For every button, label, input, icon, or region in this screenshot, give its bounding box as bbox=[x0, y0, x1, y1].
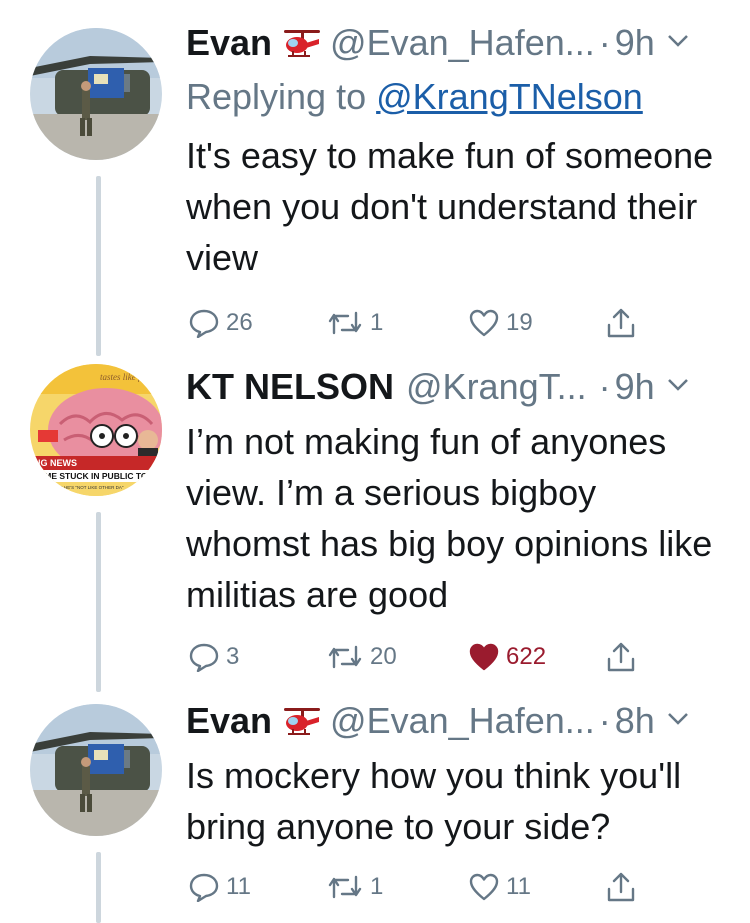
retweet-icon bbox=[328, 311, 362, 335]
tweet-header: KT NELSON @KrangT... · 9h bbox=[186, 364, 689, 410]
avatar-subline-text: MS HE'S "NOT LIKE OTHER DA" bbox=[56, 485, 124, 490]
display-name[interactable]: Evan bbox=[186, 700, 272, 742]
avatar[interactable] bbox=[30, 28, 162, 160]
reply-count: 3 bbox=[226, 643, 240, 670]
avatar-top-text: tastes like fog bbox=[100, 372, 150, 382]
handle[interactable]: @KrangT... bbox=[406, 366, 587, 408]
helicopter-emoji bbox=[282, 25, 322, 61]
like-count: 11 bbox=[506, 873, 531, 900]
tweet-actions: 26 1 19 bbox=[186, 306, 656, 340]
tweet-text: Is mockery how you think you'll bring an… bbox=[186, 755, 682, 847]
retweet-count: 1 bbox=[370, 309, 384, 336]
replying-to: Replying to @KrangTNelson bbox=[186, 76, 643, 118]
retweet-count: 20 bbox=[370, 643, 397, 670]
reply-icon bbox=[189, 643, 219, 672]
reply-button[interactable]: 26 bbox=[188, 306, 253, 340]
heart-icon bbox=[469, 873, 499, 901]
handle[interactable]: @Evan_Hafen... bbox=[330, 700, 595, 742]
share-button[interactable] bbox=[606, 640, 636, 674]
reply-icon bbox=[189, 873, 219, 902]
share-icon bbox=[607, 872, 635, 902]
replying-to-link[interactable]: @KrangTNelson bbox=[376, 76, 643, 117]
share-button[interactable] bbox=[606, 306, 636, 340]
tweet-header: Evan @Evan_Hafen... · 8h bbox=[186, 698, 689, 744]
tweet-header: Evan @Evan_Hafen... · 9h bbox=[186, 20, 689, 66]
tweet-text: I’m not making fun of anyones view. I’m … bbox=[186, 421, 713, 615]
separator-dot: · bbox=[598, 366, 611, 407]
thread-line bbox=[96, 176, 101, 356]
reply-count: 11 bbox=[226, 873, 251, 900]
heart-icon bbox=[469, 643, 499, 671]
timestamp[interactable]: 9h bbox=[615, 22, 655, 64]
reply-icon bbox=[189, 309, 219, 338]
tweet-actions: 11 1 11 bbox=[186, 870, 656, 904]
share-icon bbox=[607, 642, 635, 672]
share-button[interactable] bbox=[606, 870, 636, 904]
retweet-button[interactable]: 1 bbox=[326, 306, 383, 340]
tweet-text: It's easy to make fun of someone when yo… bbox=[186, 135, 714, 278]
retweet-button[interactable]: 20 bbox=[326, 640, 397, 674]
timestamp[interactable]: 9h bbox=[615, 366, 655, 408]
like-button[interactable]: 11 bbox=[468, 870, 531, 904]
avatar-headline-text: CAME STUCK IN PUBLIC TOI bbox=[32, 471, 150, 481]
replying-prefix: Replying to bbox=[186, 76, 377, 117]
retweet-button[interactable]: 1 bbox=[326, 870, 383, 904]
timestamp[interactable]: 8h bbox=[615, 700, 655, 742]
avatar-banner-text: NG NEWS bbox=[34, 458, 77, 468]
tweet-actions: 3 20 622 bbox=[186, 640, 656, 674]
display-name[interactable]: Evan bbox=[186, 22, 272, 64]
retweet-icon bbox=[328, 875, 362, 899]
retweet-icon bbox=[328, 645, 362, 669]
like-count: 622 bbox=[506, 643, 547, 670]
reply-button[interactable]: 3 bbox=[188, 640, 239, 674]
thread-line bbox=[96, 512, 101, 692]
handle[interactable]: @Evan_Hafen... bbox=[330, 22, 595, 64]
avatar[interactable] bbox=[30, 704, 162, 836]
reply-button[interactable]: 11 bbox=[188, 870, 251, 904]
avatar[interactable]: tastes like fog NG NEWS CAME STUCK IN PU… bbox=[30, 364, 162, 496]
reply-count: 26 bbox=[226, 309, 253, 336]
heart-icon bbox=[469, 309, 499, 337]
separator-dot: · bbox=[598, 700, 611, 741]
like-button[interactable]: 19 bbox=[468, 306, 533, 340]
chevron-down-icon[interactable] bbox=[667, 372, 689, 398]
share-icon bbox=[607, 308, 635, 338]
like-count: 19 bbox=[506, 309, 533, 336]
display-name[interactable]: KT NELSON bbox=[186, 366, 394, 408]
like-button[interactable]: 622 bbox=[468, 640, 546, 674]
chevron-down-icon[interactable] bbox=[667, 28, 689, 54]
retweet-count: 1 bbox=[370, 873, 384, 900]
thread-line bbox=[96, 852, 101, 923]
separator-dot: · bbox=[598, 22, 611, 63]
helicopter-emoji bbox=[282, 703, 322, 739]
chevron-down-icon[interactable] bbox=[667, 706, 689, 732]
